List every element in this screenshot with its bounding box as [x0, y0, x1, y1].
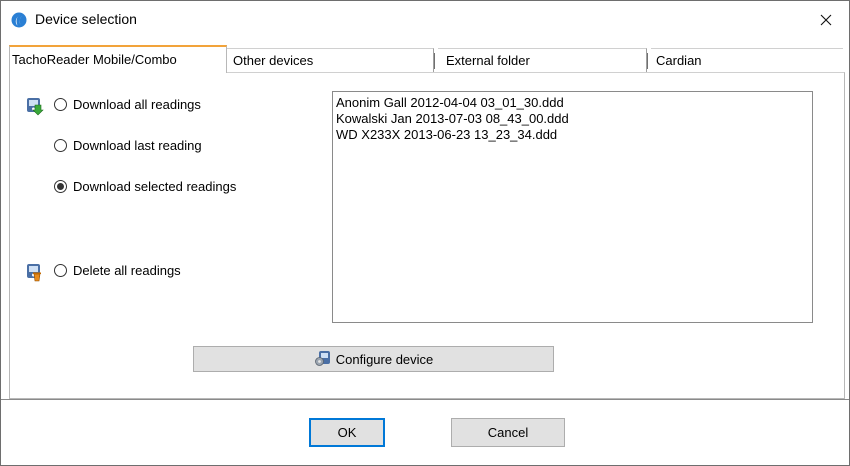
window-title: Device selection	[35, 11, 137, 27]
option-label: Delete all readings	[73, 263, 181, 278]
configure-device-label: Configure device	[335, 351, 434, 367]
configure-device-button[interactable]: Configure device	[193, 346, 554, 372]
radio-button[interactable]	[54, 264, 67, 277]
list-item[interactable]: WD X233X 2013-06-23 13_23_34.ddd	[336, 127, 809, 143]
option-download-last[interactable]: Download last reading	[54, 138, 202, 153]
delete-device-icon	[24, 262, 44, 285]
radio-button[interactable]	[54, 139, 67, 152]
tab-label: TachoReader Mobile/Combo	[12, 52, 177, 67]
ok-label: OK	[337, 425, 357, 440]
ok-button[interactable]: OK	[309, 418, 385, 447]
close-button[interactable]	[803, 1, 849, 39]
readings-listbox[interactable]: Anonim Gall 2012-04-04 03_01_30.ddd Kowa…	[332, 91, 813, 323]
cancel-button[interactable]: Cancel	[451, 418, 565, 447]
tab-label: Other devices	[233, 53, 314, 68]
device-selection-dialog: Device selection TachoReader Mobile/Comb…	[0, 0, 850, 466]
tab-strip: TachoReader Mobile/Combo Other devices E…	[9, 45, 843, 73]
radio-button-checked[interactable]	[54, 180, 67, 193]
tab-external-folder[interactable]: External folder	[438, 48, 647, 72]
tab-other-devices[interactable]: Other devices	[227, 48, 434, 72]
option-label: Download selected readings	[73, 179, 237, 194]
option-download-all[interactable]: Download all readings	[54, 97, 201, 112]
list-item[interactable]: Anonim Gall 2012-04-04 03_01_30.ddd	[336, 95, 809, 111]
close-icon	[820, 14, 832, 26]
option-delete-all[interactable]: Delete all readings	[54, 263, 181, 278]
tab-tachoreader[interactable]: TachoReader Mobile/Combo	[9, 45, 227, 73]
tab-separator	[647, 53, 648, 69]
configure-device-icon	[314, 349, 332, 370]
option-download-selected[interactable]: Download selected readings	[54, 179, 236, 194]
tab-label: External folder	[446, 53, 530, 68]
app-logo-icon	[11, 12, 27, 28]
download-device-icon	[24, 96, 44, 119]
tab-cardian[interactable]: Cardian	[651, 48, 843, 72]
option-label: Download last reading	[73, 138, 202, 153]
list-item[interactable]: Kowalski Jan 2013-07-03 08_43_00.ddd	[336, 111, 809, 127]
title-bar: Device selection	[1, 1, 849, 39]
tab-label: Cardian	[656, 53, 702, 68]
tab-separator	[434, 53, 435, 69]
footer-divider	[1, 399, 849, 400]
option-label: Download all readings	[73, 97, 201, 112]
cancel-label: Cancel	[487, 425, 529, 440]
radio-button[interactable]	[54, 98, 67, 111]
